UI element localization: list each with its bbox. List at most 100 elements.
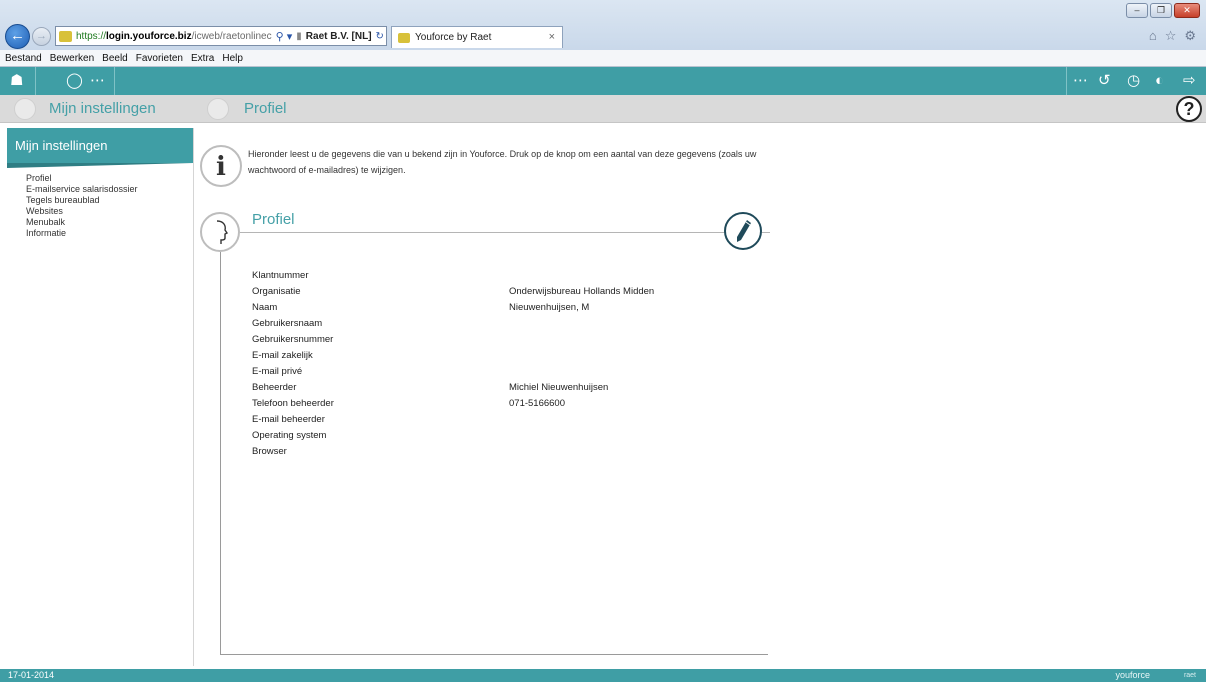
section-border [220, 252, 221, 654]
menu-bewerken[interactable]: Bewerken [50, 53, 94, 64]
field-row: Beheerder Michiel Nieuwenhuijsen [252, 380, 772, 396]
address-url-path: /icweb/raetonlinec [191, 30, 272, 42]
address-url-scheme: https:// [76, 30, 107, 42]
expand-icon[interactable]: ◯ [66, 71, 83, 91]
sidebar-item-tegels[interactable]: Tegels bureaublad [26, 195, 193, 206]
settings-icon[interactable]: ◐ [1155, 71, 1164, 91]
breadcrumb-bar: Mijn instellingen Profiel [0, 95, 1206, 123]
field-label: E-mail privé [252, 366, 303, 377]
restore-icon[interactable]: ❐ [1150, 3, 1172, 18]
field-row: Gebruikersnaam [252, 316, 772, 332]
home-icon[interactable]: ☗ [10, 71, 23, 91]
toolbar-divider [35, 67, 36, 95]
field-value: Nieuwenhuijsen, M [509, 302, 590, 313]
section-title: Mijn instellingen [49, 100, 156, 117]
forward-arrow-icon[interactable]: → [32, 27, 51, 46]
sidebar-item-emailservice[interactable]: E-mailservice salarisdossier [26, 184, 193, 195]
field-label: E-mail zakelijk [252, 350, 313, 361]
field-row: Naam Nieuwenhuijsen, M [252, 300, 772, 316]
menu-beeld[interactable]: Beeld [102, 53, 128, 64]
section-divider [240, 232, 770, 233]
intro-text: Hieronder leest u de gegevens die van u … [248, 146, 768, 178]
menu-bestand[interactable]: Bestand [5, 53, 42, 64]
field-label: Beheerder [252, 382, 297, 393]
field-label: Gebruikersnaam [252, 318, 323, 329]
field-label: Klantnummer [252, 270, 309, 281]
toolbar-divider [1066, 67, 1067, 95]
field-row: Gebruikersnummer [252, 332, 772, 348]
status-bar: 17-01-2014 youforce raet [0, 669, 1206, 682]
field-row: Operating system [252, 428, 772, 444]
help-icon[interactable]: ? [1176, 96, 1202, 122]
search-icon[interactable]: ⚲ ▾ [276, 30, 293, 43]
browser-menubar: Bestand Bewerken Beeld Favorieten Extra … [0, 50, 1206, 67]
section-border [220, 654, 768, 655]
window-controls: – ❐ ✕ [1126, 3, 1200, 18]
section-circle-icon [14, 98, 36, 120]
field-label: Telefoon beheerder [252, 398, 334, 409]
field-row: E-mail zakelijk [252, 348, 772, 364]
field-label: Gebruikersnummer [252, 334, 334, 345]
intro-line: wachtwoord of e-mailadres) te wijzigen. [248, 165, 406, 175]
field-label: Operating system [252, 430, 327, 441]
refresh-icon[interactable]: ↻ [376, 31, 384, 42]
app-toolbar: ☗ ◯ ⋯ ⋯ ↺ ◷ ◐ ⇨ [0, 67, 1206, 95]
status-date: 17-01-2014 [8, 670, 55, 680]
more-dots-icon[interactable]: ⋯ [1073, 71, 1088, 91]
menu-extra[interactable]: Extra [191, 53, 214, 64]
page-title: Profiel [244, 100, 287, 117]
sidebar-item-informatie[interactable]: Informatie [26, 228, 193, 239]
field-value: Michiel Nieuwenhuijsen [509, 382, 609, 393]
refresh-icon[interactable]: ↺ [1098, 71, 1111, 91]
field-row: Telefoon beheerder 071-5166600 [252, 396, 772, 412]
intro-line: Hieronder leest u de gegevens die van u … [248, 149, 757, 159]
sidebar-item-websites[interactable]: Websites [26, 206, 193, 217]
history-icon[interactable]: ◷ [1127, 71, 1140, 91]
lock-icon[interactable]: ▮ [296, 31, 302, 42]
logout-icon[interactable]: ⇨ [1183, 71, 1196, 91]
field-label: E-mail beheerder [252, 414, 325, 425]
minimize-icon[interactable]: – [1126, 3, 1148, 18]
close-window-icon[interactable]: ✕ [1174, 3, 1200, 18]
field-row: E-mail privé [252, 364, 772, 380]
raet-logo: raet [1183, 672, 1196, 679]
page-circle-icon [207, 98, 229, 120]
profile-section-title: Profiel [252, 211, 295, 228]
browser-tab[interactable]: Youforce by Raet × [391, 26, 563, 48]
field-value: 071-5166600 [509, 398, 565, 409]
address-bar[interactable]: https://login.youforce.biz/icweb/raetonl… [55, 26, 387, 46]
sidebar-menu: Profiel E-mailservice salarisdossier Teg… [7, 168, 193, 239]
gear-icon[interactable]: ⚙ [1184, 28, 1196, 44]
back-arrow-icon[interactable]: ← [5, 24, 30, 49]
toolbar-divider [114, 67, 115, 95]
sidebar: Mijn instellingen Profiel E-mailservice … [7, 128, 194, 666]
field-label: Browser [252, 446, 287, 457]
info-icon: i [200, 145, 242, 187]
tab-favicon-icon [398, 32, 410, 43]
field-label: Organisatie [252, 286, 301, 297]
more-dots-icon[interactable]: ⋯ [90, 71, 105, 91]
field-row: Klantnummer [252, 268, 772, 284]
browser-chrome: – ❐ ✕ ← → https://login.youforce.biz/icw… [0, 0, 1206, 50]
home-icon[interactable]: ⌂ [1149, 28, 1157, 44]
menu-favorieten[interactable]: Favorieten [136, 53, 183, 64]
tab-close-icon[interactable]: × [549, 31, 555, 43]
field-row: Browser [252, 444, 772, 460]
edit-pencil-icon[interactable] [724, 212, 762, 250]
site-favicon-icon [59, 30, 72, 42]
sidebar-item-profiel[interactable]: Profiel [26, 173, 193, 184]
favorites-star-icon[interactable]: ☆ [1165, 28, 1177, 44]
address-url-host: login.youforce.biz [106, 30, 192, 42]
profile-fields: Klantnummer Organisatie Onderwijsbureau … [252, 268, 772, 460]
profile-head-icon [200, 212, 240, 252]
field-row: E-mail beheerder [252, 412, 772, 428]
sidebar-header: Mijn instellingen [7, 128, 193, 163]
tab-title: Youforce by Raet [415, 32, 492, 43]
field-row: Organisatie Onderwijsbureau Hollands Mid… [252, 284, 772, 300]
menu-help[interactable]: Help [222, 53, 243, 64]
youforce-logo: youforce [1115, 670, 1150, 680]
field-value: Onderwijsbureau Hollands Midden [509, 286, 655, 297]
sidebar-item-menubalk[interactable]: Menubalk [26, 217, 193, 228]
browser-tools: ⌂ ☆ ⚙ [1149, 28, 1196, 44]
certificate-label[interactable]: Raet B.V. [NL] [306, 31, 372, 42]
